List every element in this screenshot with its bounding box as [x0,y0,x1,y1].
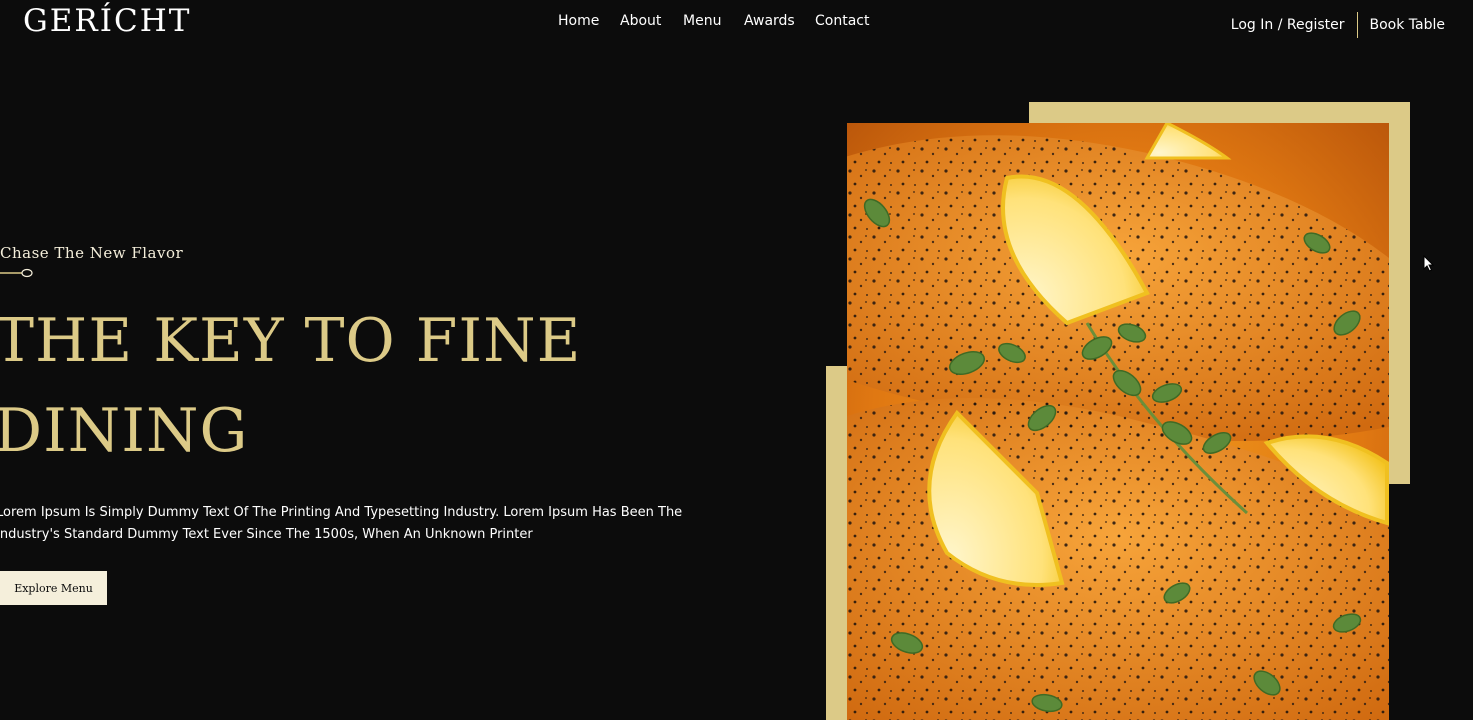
nav-link-menu[interactable]: Menu [683,12,721,30]
hero-paragraph: Lorem Ipsum Is Simply Dummy Text Of The … [0,505,683,542]
spoon-icon [0,268,33,278]
food-illustration [847,123,1389,720]
nav-link-contact[interactable]: Contact [815,12,869,30]
nav-link-awards[interactable]: Awards [744,12,795,30]
nav-link-about[interactable]: About [620,12,661,30]
hero-food-image [847,123,1389,720]
mouse-cursor-icon [1423,255,1435,272]
hero-subtitle: Chase The New Flavor [0,244,184,262]
login-register-link[interactable]: Log In / Register [1231,16,1345,34]
hero-headline: THE KEY TO FINE DINING [0,306,582,466]
book-table-link[interactable]: Book Table [1370,16,1446,34]
nav-divider [1356,12,1358,38]
nav-actions: Log In / Register Book Table [1231,12,1445,38]
brand-logo[interactable]: GERÍCHT [23,3,191,39]
nav-link-home[interactable]: Home [558,12,599,30]
explore-menu-button[interactable]: Explore Menu [0,571,107,605]
